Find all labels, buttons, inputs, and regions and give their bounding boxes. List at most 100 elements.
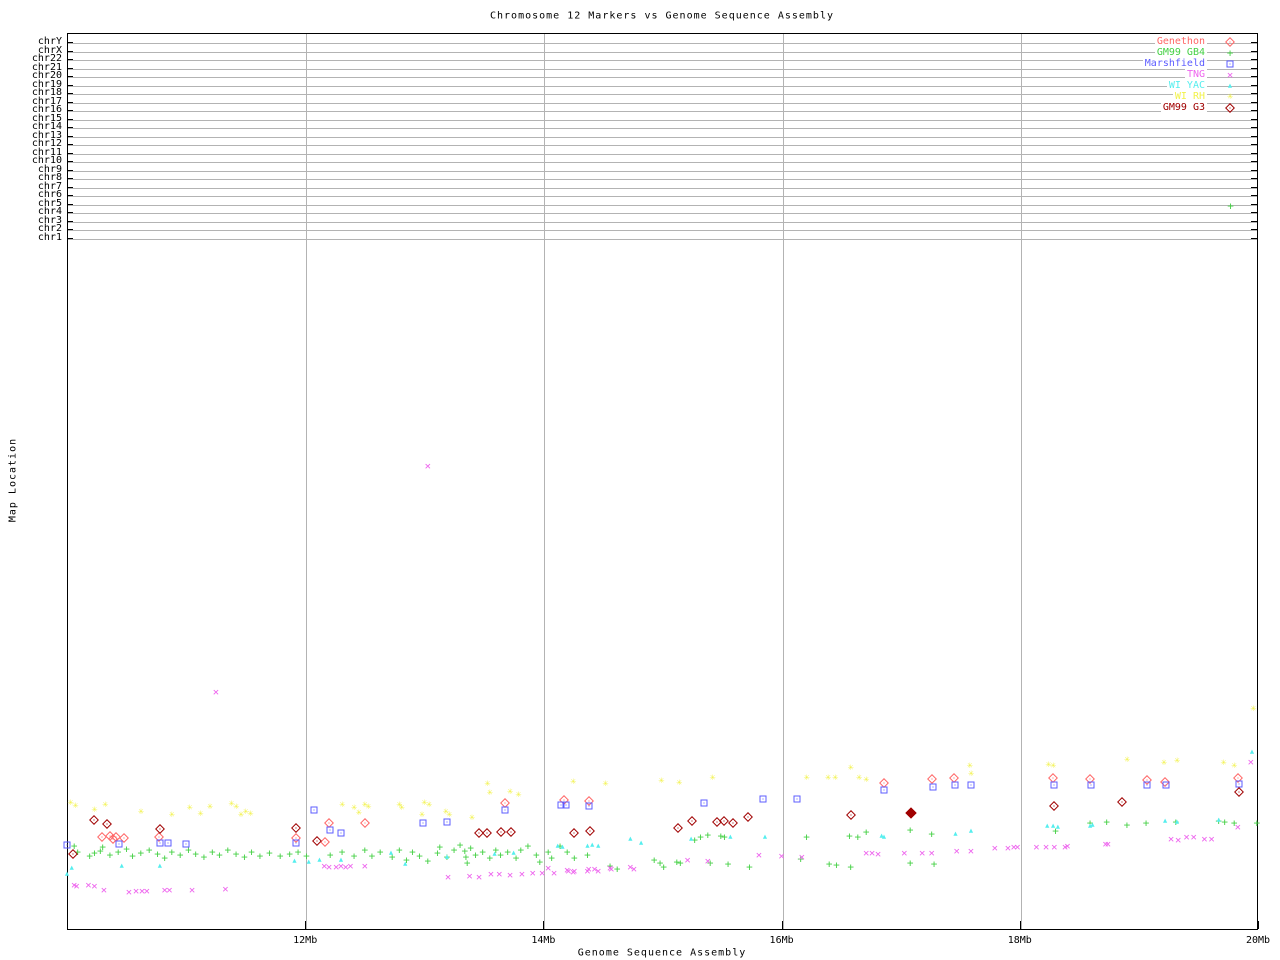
- star-marker-icon: ✳: [137, 806, 144, 817]
- triangle-marker-icon: ▲: [1249, 747, 1255, 756]
- plus-marker-icon: +: [930, 857, 938, 871]
- x-tick-label: 16Mb: [769, 935, 794, 946]
- x-tick-label: 18Mb: [1007, 935, 1032, 946]
- mb-gridline: [544, 34, 546, 929]
- legend-label-genethon: Genethon: [1154, 36, 1207, 47]
- cross-marker-icon: ×: [928, 846, 935, 860]
- plus-marker-icon: +: [176, 848, 184, 862]
- square-marker-icon: [501, 806, 509, 814]
- right-tick: [1251, 76, 1257, 78]
- plus-marker-icon: +: [106, 848, 114, 862]
- plus-marker-icon: +: [854, 830, 862, 844]
- square-marker-icon: [585, 802, 593, 810]
- triangle-marker-icon: ▲: [1090, 820, 1095, 829]
- right-tick: [1251, 169, 1257, 171]
- left-tick: [67, 186, 73, 188]
- x-tick-label: 12Mb: [293, 935, 318, 946]
- plus-marker-icon: +: [154, 847, 161, 861]
- square-marker-icon: [182, 840, 190, 848]
- star-marker-icon: ✳: [339, 799, 346, 810]
- cross-marker-icon: ×: [188, 883, 196, 897]
- square-marker-icon: [562, 801, 570, 809]
- right-tick: [1251, 67, 1257, 69]
- chromosome-gridline: [68, 85, 1257, 87]
- square-marker-icon: [1143, 781, 1151, 789]
- chromosome-gridline: [68, 230, 1257, 232]
- triangle-marker-icon: ▲: [596, 841, 601, 850]
- chromosome-gridline: [68, 221, 1257, 223]
- plus-marker-icon: +: [1227, 199, 1234, 213]
- left-tick: [67, 212, 73, 214]
- star-marker-icon: ✳: [676, 777, 683, 788]
- cross-marker-icon: ×: [222, 882, 229, 896]
- left-tick: [67, 203, 73, 205]
- cross-marker-icon: ×: [1174, 833, 1182, 847]
- triangle-marker-icon: ▲: [388, 848, 394, 857]
- y-axis-title: Map Location: [7, 437, 19, 523]
- star-marker-icon: ✳: [1250, 703, 1257, 714]
- x-tick-label: 14Mb: [531, 935, 556, 946]
- star-marker-icon: ✳: [446, 809, 453, 820]
- square-marker-icon: [419, 819, 427, 827]
- plus-marker-icon: +: [241, 850, 248, 864]
- triangle-marker-icon: ▲: [292, 856, 297, 865]
- triangle-marker-icon: ▲: [1174, 817, 1180, 826]
- left-tick: [67, 59, 73, 61]
- left-tick: [67, 84, 73, 86]
- cross-marker-icon: ×: [347, 859, 354, 873]
- plus-marker-icon: +: [376, 845, 384, 859]
- cross-marker-icon: ×: [518, 867, 526, 881]
- square-marker-icon: [1050, 781, 1058, 789]
- chromosome-gridline: [68, 145, 1257, 147]
- cross-marker-icon: ×: [1064, 839, 1071, 853]
- chromosome-gridline: [68, 239, 1257, 240]
- triangle-marker-icon: ▲: [762, 832, 768, 841]
- star-marker-icon: ✳: [186, 802, 193, 813]
- plus-marker-icon: +: [232, 847, 240, 861]
- star-marker-icon: ✳: [206, 801, 213, 812]
- plus-marker-icon: +: [129, 849, 136, 863]
- plus-marker-icon: +: [224, 843, 232, 857]
- cross-marker-icon: ×: [1042, 840, 1050, 854]
- left-tick: [67, 135, 73, 137]
- triangle-marker-icon: ▲: [1216, 815, 1221, 824]
- plus-marker-icon: +: [1226, 46, 1234, 60]
- left-tick: [67, 118, 73, 120]
- cross-marker-icon: ×: [166, 883, 173, 897]
- cross-marker-icon: ×: [1226, 68, 1234, 82]
- cross-marker-icon: ×: [1033, 840, 1040, 854]
- star-marker-icon: ✳: [486, 787, 493, 798]
- chromosome-gridline: [68, 111, 1257, 113]
- bottom-tick: [1019, 921, 1021, 929]
- star-marker-icon: ✳: [832, 772, 839, 783]
- left-tick: [67, 101, 73, 103]
- cross-marker-icon: ×: [1247, 755, 1255, 769]
- triangle-marker-icon: ▲: [306, 857, 311, 866]
- cross-marker-icon: ×: [778, 849, 785, 863]
- cross-marker-icon: ×: [1104, 837, 1112, 851]
- square-marker-icon: [929, 783, 937, 791]
- mb-gridline: [306, 34, 308, 929]
- right-tick: [1251, 152, 1257, 154]
- plus-marker-icon: +: [266, 846, 273, 860]
- right-tick: [1251, 50, 1257, 52]
- plus-marker-icon: +: [704, 828, 712, 842]
- plot-area: [67, 33, 1258, 930]
- plus-marker-icon: +: [833, 858, 840, 872]
- left-tick: [67, 67, 73, 69]
- plus-marker-icon: +: [395, 843, 403, 857]
- chart-title: Chromosome 12 Markers vs Genome Sequence…: [489, 10, 835, 22]
- plus-marker-icon: +: [368, 849, 376, 863]
- plus-marker-icon: +: [200, 850, 208, 864]
- chromosome-gridline: [68, 153, 1257, 155]
- square-marker-icon: [951, 781, 959, 789]
- star-marker-icon: ✳: [426, 799, 433, 810]
- chromosome-gridline: [68, 51, 1257, 53]
- star-marker-icon: ✳: [602, 778, 609, 789]
- cross-marker-icon: ×: [143, 884, 151, 898]
- bottom-tick: [1258, 921, 1259, 929]
- star-marker-icon: ✳: [1173, 755, 1181, 766]
- right-tick: [1251, 42, 1257, 43]
- square-marker-icon: [793, 795, 801, 803]
- cross-marker-icon: ×: [594, 864, 602, 878]
